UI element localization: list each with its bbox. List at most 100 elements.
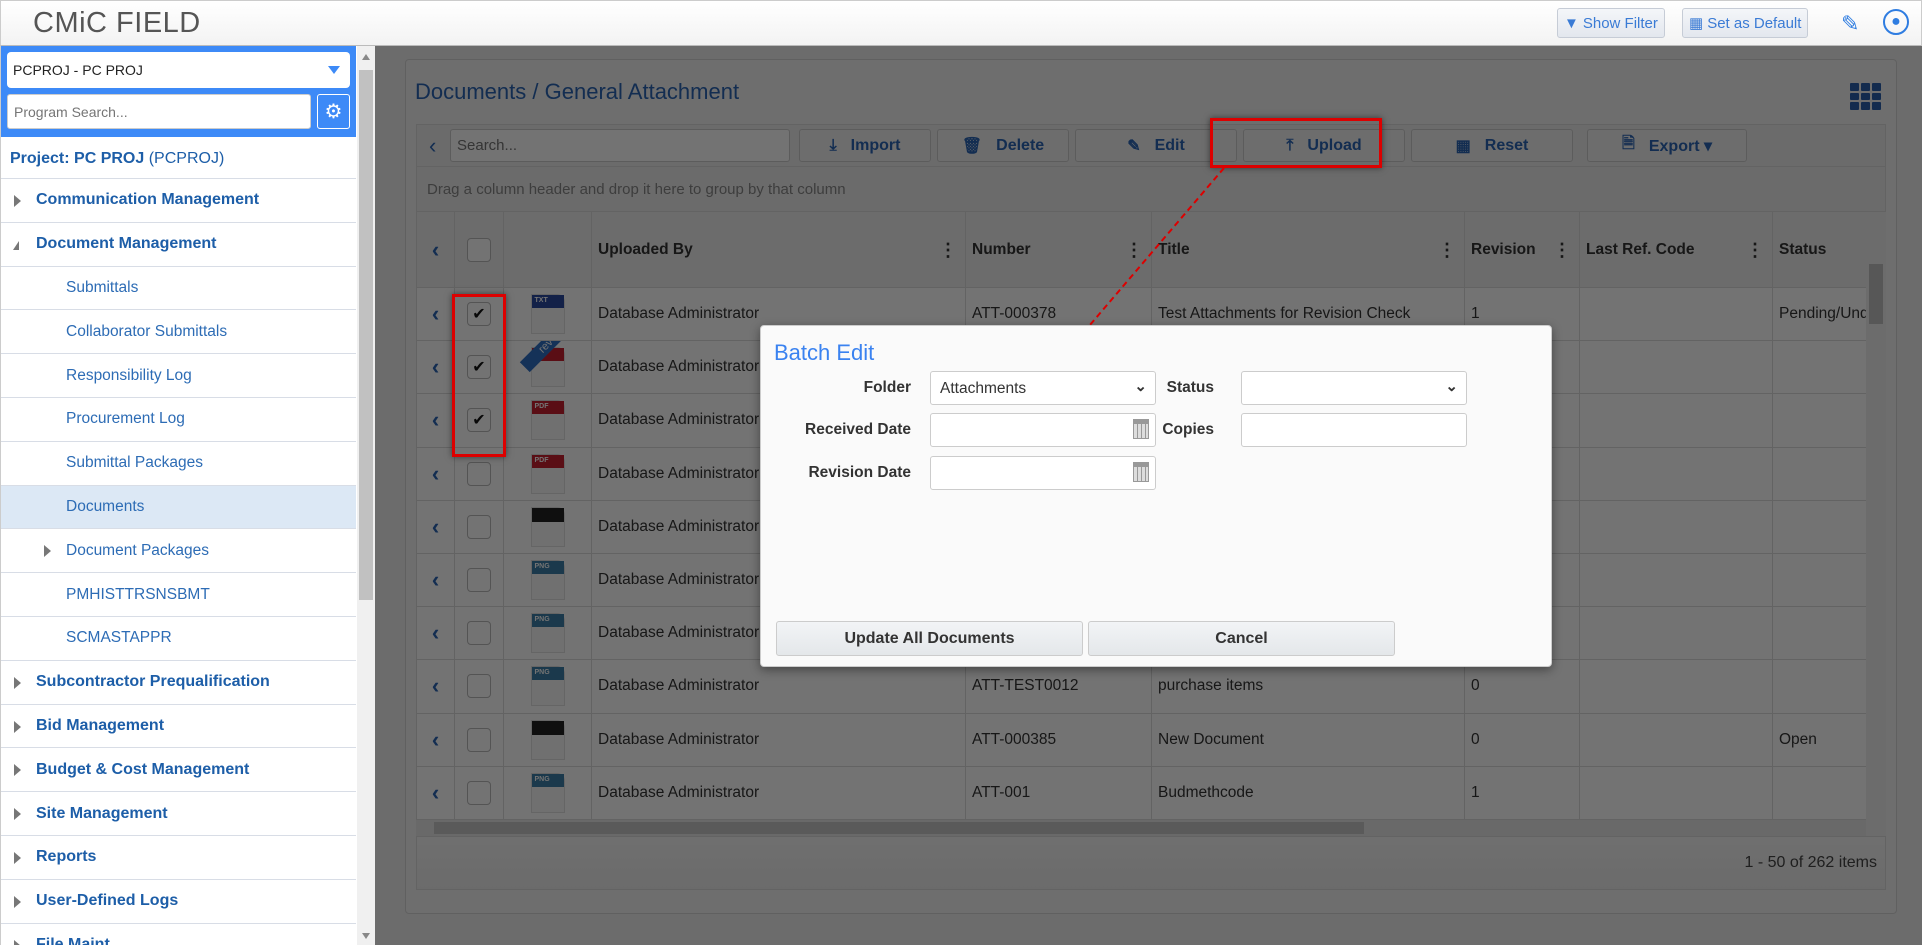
show-filter-button[interactable]: ▼ Show Filter — [1557, 8, 1665, 38]
revision-date-input[interactable] — [930, 456, 1156, 490]
chevron-left-icon[interactable]: ‹ — [417, 500, 455, 553]
chevron-left-icon[interactable]: ‹ — [417, 713, 455, 766]
file-pdf-icon[interactable]: PDF — [530, 453, 565, 494]
sidebar-item-bid-management[interactable]: Bid Management — [1, 705, 356, 749]
column-header-status[interactable]: Status — [1773, 212, 1866, 287]
set-as-default-button[interactable]: ▦ Set as Default — [1682, 8, 1809, 38]
program-search-input[interactable] — [7, 94, 311, 129]
project-select[interactable]: PCPROJ - PC PROJ — [7, 52, 350, 88]
edit-button[interactable]: ✎ Edit — [1075, 129, 1237, 162]
column-menu-icon[interactable]: ⋮ — [1125, 240, 1143, 261]
caret-right-icon[interactable] — [14, 720, 21, 733]
sidebar-item-document-packages[interactable]: Document Packages — [1, 529, 356, 574]
table-row[interactable]: ‹ PNG Database Administrator ATT-001 Budmeth… — [417, 766, 1866, 820]
file-png-icon[interactable]: PNG — [530, 772, 565, 813]
row-checkbox[interactable] — [467, 780, 491, 805]
grid-horizontal-scrollbar[interactable] — [416, 820, 1866, 836]
column-header-uploaded-by[interactable]: Uploaded By ⋮ — [592, 212, 966, 287]
sidebar-item-pmhisttrsnsbmt[interactable]: PMHISTTRSNSBMT — [1, 573, 356, 617]
grid-vertical-scrollbar[interactable] — [1866, 212, 1886, 836]
caret-down-icon[interactable] — [13, 240, 19, 250]
sidebar-item-user-defined-logs[interactable]: User-Defined Logs — [1, 880, 356, 924]
gear-icon[interactable]: ⚙ — [317, 94, 350, 129]
sidebar-item-responsibility-log[interactable]: Responsibility Log — [1, 354, 356, 398]
caret-right-icon[interactable] — [14, 939, 21, 945]
chevron-left-icon[interactable]: ‹ — [417, 660, 455, 713]
file-generic-icon[interactable] — [530, 506, 565, 547]
row-checkbox[interactable]: ✔ — [467, 302, 491, 327]
chevron-left-icon[interactable]: ‹ — [417, 554, 455, 607]
sidebar-item-scmastappr[interactable]: SCMASTAPPR — [1, 617, 356, 661]
cancel-button[interactable]: Cancel — [1088, 621, 1395, 656]
file-pdf-icon[interactable]: PDF — [530, 400, 565, 441]
sidebar-item-reports[interactable]: Reports — [1, 836, 356, 880]
chevron-left-icon[interactable]: ‹ — [429, 133, 436, 159]
delete-button[interactable]: 🗑 Delete — [937, 129, 1069, 162]
apps-grid-icon[interactable] — [1850, 83, 1882, 110]
export-button[interactable]: 🗎 Export ▾ — [1587, 129, 1747, 162]
file-png-icon[interactable]: PNG — [530, 560, 565, 601]
column-menu-icon[interactable]: ⋮ — [1746, 240, 1764, 261]
column-menu-icon[interactable]: ⋮ — [1438, 240, 1456, 261]
select-all-checkbox[interactable] — [467, 237, 491, 262]
sidebar-item-submittals[interactable]: Submittals — [1, 267, 356, 311]
row-checkbox[interactable]: ✔ — [467, 408, 491, 433]
scrollbar-thumb[interactable] — [434, 822, 1364, 834]
table-row[interactable]: ‹ PNG Database Administrator ATT-TEST0012 pu… — [417, 660, 1866, 714]
caret-right-icon[interactable] — [14, 895, 21, 908]
sidebar-item-file-maint[interactable]: File Maint... — [1, 924, 356, 945]
file-png-icon[interactable]: PNG — [530, 613, 565, 654]
chevron-left-icon[interactable]: ‹ — [417, 394, 455, 447]
edit-page-icon[interactable]: ✎ — [1841, 11, 1859, 37]
sidebar-item-subcontractor-prequalification[interactable]: Subcontractor Prequalification — [1, 661, 356, 705]
sidebar-item-site-management[interactable]: Site Management — [1, 792, 356, 836]
user-profile-icon[interactable]: ● — [1883, 9, 1909, 35]
copies-input[interactable] — [1241, 413, 1467, 447]
column-menu-icon[interactable]: ⋮ — [1553, 240, 1571, 261]
scroll-down-icon[interactable] — [362, 933, 370, 939]
chevron-left-icon[interactable]: ‹ — [417, 212, 455, 287]
file-generic-icon[interactable] — [530, 719, 565, 760]
chevron-left-icon[interactable]: ‹ — [417, 766, 455, 819]
chevron-left-icon[interactable]: ‹ — [417, 288, 455, 341]
sidebar-scrollbar[interactable] — [357, 46, 375, 945]
row-checkbox[interactable] — [467, 514, 491, 539]
scrollbar-thumb[interactable] — [1869, 264, 1883, 324]
row-checkbox[interactable] — [467, 674, 491, 699]
row-checkbox[interactable] — [467, 568, 491, 593]
row-checkbox[interactable] — [467, 621, 491, 646]
sidebar-item-budget-cost-management[interactable]: Budget & Cost Management — [1, 748, 356, 793]
scroll-up-icon[interactable] — [362, 54, 370, 60]
status-select[interactable]: ⌄ — [1241, 371, 1467, 405]
row-checkbox[interactable] — [467, 461, 491, 486]
column-menu-icon[interactable]: ⋮ — [939, 240, 957, 261]
caret-right-icon[interactable] — [14, 676, 21, 689]
column-header-last-ref-code[interactable]: Last Ref. Code ⋮ — [1580, 212, 1773, 287]
calendar-icon[interactable] — [1133, 462, 1149, 482]
breadcrumb-documents[interactable]: Documents — [415, 79, 526, 104]
column-header-title[interactable]: Title ⋮ — [1152, 212, 1465, 287]
caret-right-icon[interactable] — [14, 764, 21, 777]
reset-button[interactable]: ▦ Reset — [1411, 129, 1573, 162]
sidebar-item-communication-management[interactable]: Communication Management — [1, 179, 356, 223]
import-button[interactable]: ⤓ Import — [799, 129, 931, 162]
column-header-revision[interactable]: Revision ⋮ — [1465, 212, 1580, 287]
caret-right-icon[interactable] — [14, 851, 21, 864]
scrollbar-thumb[interactable] — [359, 70, 373, 600]
caret-right-icon[interactable] — [44, 545, 51, 558]
upload-button[interactable]: ⤒ Upload — [1243, 129, 1405, 162]
sidebar-item-procurement-log[interactable]: Procurement Log — [1, 398, 356, 442]
sidebar-item-document-management[interactable]: Document Management — [1, 223, 356, 267]
group-drop-area[interactable]: Drag a column header and drop it here to… — [416, 166, 1886, 212]
table-row[interactable]: ‹ Database Administrator ATT-000385 New Doc… — [417, 713, 1866, 767]
sidebar-item-collaborator-submittals[interactable]: Collaborator Submittals — [1, 310, 356, 355]
chevron-left-icon[interactable]: ‹ — [417, 607, 455, 660]
chevron-left-icon[interactable]: ‹ — [417, 447, 455, 500]
row-checkbox[interactable]: ✔ — [467, 355, 491, 380]
file-png-icon[interactable]: PNG — [530, 666, 565, 707]
column-header-number[interactable]: Number ⋮ — [966, 212, 1152, 287]
chevron-left-icon[interactable]: ‹ — [417, 341, 455, 394]
file-txt-icon[interactable]: TXT — [530, 294, 565, 335]
sidebar-item-documents[interactable]: Documents — [1, 485, 356, 530]
row-checkbox[interactable] — [467, 727, 491, 752]
